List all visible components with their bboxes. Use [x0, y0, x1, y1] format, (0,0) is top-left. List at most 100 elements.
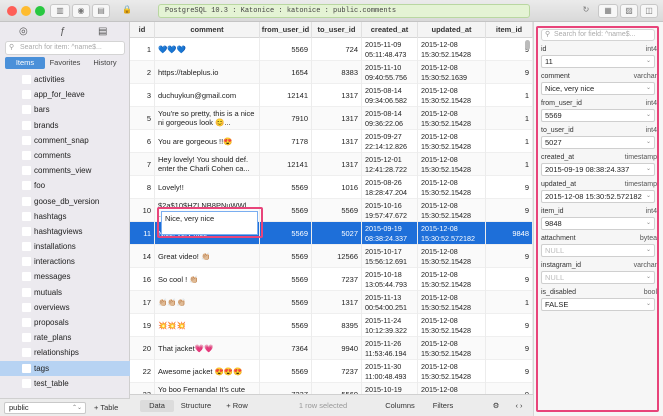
- table-row[interactable]: 22 Awesome jacket 😍😍😍 5569 7237 2015-11-30 1…: [130, 360, 533, 383]
- cell-item-id[interactable]: 1: [486, 291, 533, 314]
- tab-items[interactable]: Items: [5, 57, 45, 69]
- cell-id[interactable]: 23: [130, 383, 155, 394]
- cell-updated-at[interactable]: 2015-12-08 15:30:52.15428: [418, 314, 486, 337]
- cell-to-user-id[interactable]: 1317: [312, 291, 362, 314]
- cell-id[interactable]: 1: [130, 38, 155, 61]
- cell-item-id[interactable]: 1: [486, 153, 533, 176]
- cell-created-at[interactable]: 2015-10-19 16:36:51.297: [362, 383, 418, 394]
- cell-id[interactable]: 5: [130, 107, 155, 130]
- sidebar-item-activities[interactable]: activities: [0, 72, 130, 87]
- sidebar-item-foo[interactable]: foo: [0, 178, 130, 193]
- cell-item-id[interactable]: 9: [486, 199, 533, 222]
- cell-created-at[interactable]: 2015-10-17 15:56:12.691: [362, 245, 418, 268]
- sidebar-item-interactions[interactable]: interactions: [0, 254, 130, 269]
- cell-id[interactable]: 2: [130, 61, 155, 84]
- cell-item-id[interactable]: 9: [486, 268, 533, 291]
- cell-updated-at[interactable]: 2015-12-08 15:30:52.15428: [418, 383, 486, 394]
- cell-edit-input[interactable]: Nice, very nice: [161, 211, 258, 235]
- field-search-input[interactable]: ⚲ Search for field: ^name$...: [541, 29, 655, 41]
- cell-from-user-id[interactable]: 5569: [260, 245, 312, 268]
- cell-updated-at[interactable]: 2015-12-08 15:30:52.15428: [418, 291, 486, 314]
- cell-comment[interactable]: Yo boo Fernanda! It's cute isn't it 😊😘 x: [155, 383, 260, 394]
- column-header-created-at[interactable]: created_at: [362, 22, 418, 38]
- table-row[interactable]: 7 Hey lovely! You should def. enter the C…: [130, 153, 533, 176]
- cell-comment[interactable]: You are gorgeous !!😍: [155, 130, 260, 153]
- cell-comment[interactable]: 👏🏼👏🏼👏🏼: [155, 291, 260, 314]
- column-header-comment[interactable]: comment: [155, 22, 260, 38]
- cell-created-at[interactable]: 2015-09-19 08:38:24.337: [362, 222, 418, 245]
- cell-to-user-id[interactable]: 724: [312, 38, 362, 61]
- cell-from-user-id[interactable]: 5569: [260, 176, 312, 199]
- gear-icon[interactable]: ⚙: [490, 400, 502, 412]
- sidebar-item-goose-db-version[interactable]: goose_db_version: [0, 194, 130, 209]
- table-row[interactable]: 19 💥💥💥 5569 8395 2015-11-24 10:12:39.322 2015…: [130, 314, 533, 337]
- field-value-input[interactable]: NULL ⌄: [541, 271, 655, 284]
- cell-id[interactable]: 10: [130, 199, 155, 222]
- cell-id[interactable]: 3: [130, 84, 155, 107]
- cell-id[interactable]: 6: [130, 130, 155, 153]
- tab-structure[interactable]: Structure: [176, 400, 216, 412]
- cell-id[interactable]: 19: [130, 314, 155, 337]
- cell-created-at[interactable]: 2015-09-27 22:14:12.826: [362, 130, 418, 153]
- table-row[interactable]: 6 You are gorgeous !!😍 7178 1317 2015-09-27 …: [130, 130, 533, 153]
- sidebar-item-relationships[interactable]: relationships: [0, 345, 130, 360]
- cell-comment[interactable]: Great video! 👏🏼: [155, 245, 260, 268]
- cell-created-at[interactable]: 2015-11-26 11:53:46.194: [362, 337, 418, 360]
- cell-from-user-id[interactable]: 5569: [260, 314, 312, 337]
- cell-updated-at[interactable]: 2015-12-08 15:30:52.15428: [418, 245, 486, 268]
- cell-to-user-id[interactable]: 1317: [312, 84, 362, 107]
- field-value-input[interactable]: Nice, very nice ⌄: [541, 82, 655, 95]
- table-row[interactable]: 20 That jacket💗💗 7364 9940 2015-11-26 11:53:…: [130, 337, 533, 360]
- cell-item-id[interactable]: 9848: [486, 222, 533, 245]
- table-row[interactable]: 5 You're so pretty, this is a nice ni gor…: [130, 107, 533, 130]
- field-value-input[interactable]: 2015-09-19 08:38:24.337 ⌄: [541, 163, 655, 176]
- cell-comment[interactable]: 💥💥💥: [155, 314, 260, 337]
- refresh-button[interactable]: ↻: [580, 4, 592, 18]
- cell-item-id[interactable]: 9: [486, 245, 533, 268]
- cell-to-user-id[interactable]: 1016: [312, 176, 362, 199]
- sidebar-item-overviews[interactable]: overviews: [0, 300, 130, 315]
- sidebar-item-app-for-leave[interactable]: app_for_leave: [0, 87, 130, 102]
- sidebar-search-input[interactable]: ⚲ Search for item: ^name$...: [5, 41, 125, 55]
- cell-to-user-id[interactable]: 5569: [312, 199, 362, 222]
- cell-to-user-id[interactable]: 5027: [312, 222, 362, 245]
- add-table-button[interactable]: + Table: [94, 403, 118, 412]
- cell-updated-at[interactable]: 2015-12-08 15:30:52.15428: [418, 107, 486, 130]
- cell-comment[interactable]: 💙💙💙: [155, 38, 260, 61]
- minimize-window-button[interactable]: [21, 6, 31, 16]
- sidebar-item-bars[interactable]: bars: [0, 102, 130, 117]
- cell-comment[interactable]: Lovely!!: [155, 176, 260, 199]
- cell-created-at[interactable]: 2015-11-30 11:00:48.493: [362, 360, 418, 383]
- cell-created-at[interactable]: 2015-10-18 13:05:44.793: [362, 268, 418, 291]
- field-value-input[interactable]: 5569 ⌄: [541, 109, 655, 122]
- column-header-from-user-id[interactable]: from_user_id: [260, 22, 312, 38]
- grid-scrollbar[interactable]: [525, 40, 530, 50]
- cell-id[interactable]: 11: [130, 222, 155, 245]
- tab-data[interactable]: Data: [140, 400, 174, 412]
- cell-item-id[interactable]: 9: [486, 61, 533, 84]
- cell-from-user-id[interactable]: 7910: [260, 107, 312, 130]
- cell-item-id[interactable]: 9: [486, 176, 533, 199]
- table-row[interactable]: 8 Lovely!! 5569 1016 2015-08-26 18:28:47.204…: [130, 176, 533, 199]
- cell-comment[interactable]: That jacket💗💗: [155, 337, 260, 360]
- column-header-to-user-id[interactable]: to_user_id: [312, 22, 362, 38]
- cell-id[interactable]: 16: [130, 268, 155, 291]
- field-value-input[interactable]: 5027 ⌄: [541, 136, 655, 149]
- cell-updated-at[interactable]: 2015-12-08 15:30:52.15428: [418, 199, 486, 222]
- toggle-sidebar-button[interactable]: ▥: [50, 4, 70, 18]
- cell-id[interactable]: 7: [130, 153, 155, 176]
- cell-created-at[interactable]: 2015-08-26 18:28:47.204: [362, 176, 418, 199]
- sql-file-icon[interactable]: ▤: [98, 26, 107, 37]
- cell-comment[interactable]: So cool ! 👏🏼: [155, 268, 260, 291]
- cell-created-at[interactable]: 2015-11-24 10:12:39.322: [362, 314, 418, 337]
- cell-to-user-id[interactable]: 1317: [312, 130, 362, 153]
- column-header-id[interactable]: id: [130, 22, 155, 38]
- cell-from-user-id[interactable]: 12141: [260, 153, 312, 176]
- schema-select[interactable]: public ⌃⌄: [4, 402, 86, 414]
- cell-id[interactable]: 8: [130, 176, 155, 199]
- cell-comment[interactable]: https://tableplus.io: [155, 61, 260, 84]
- cell-item-id[interactable]: 9: [486, 383, 533, 394]
- cell-from-user-id[interactable]: 5569: [260, 38, 312, 61]
- preview-button[interactable]: ◉: [72, 4, 90, 18]
- pagination-button[interactable]: ‹ ›: [510, 400, 528, 412]
